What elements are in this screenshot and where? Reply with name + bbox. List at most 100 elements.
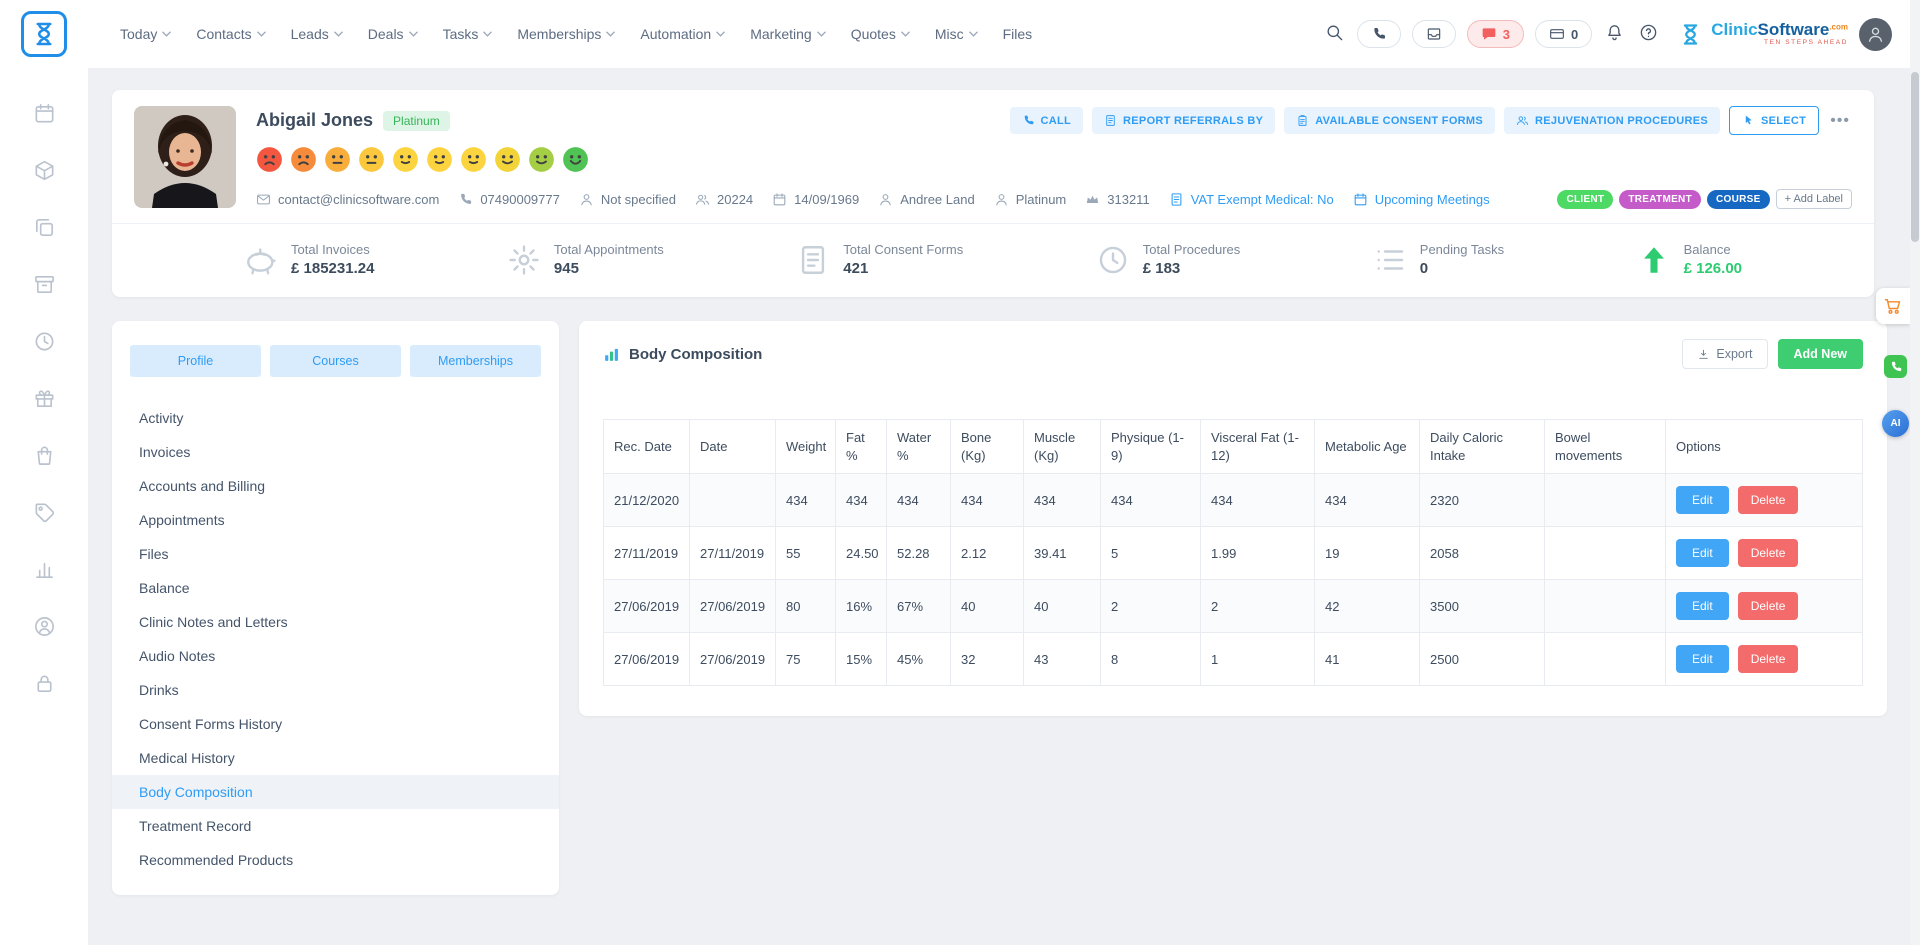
gift-icon[interactable] <box>33 387 56 413</box>
brand-tagline: TEN STEPS AHEAD <box>1711 40 1848 47</box>
tab-profile[interactable]: Profile <box>130 345 261 377</box>
chat-button[interactable]: 3 <box>1467 20 1524 48</box>
lock-icon[interactable] <box>33 672 56 698</box>
contact-item-vat-exempt-medical-no[interactable]: VAT Exempt Medical: No <box>1169 192 1334 207</box>
column-header-bowel-movements: Bowel movements <box>1545 420 1666 474</box>
cart-icon[interactable] <box>1876 288 1910 324</box>
scrollbar-thumb[interactable] <box>1911 72 1919 242</box>
call-button[interactable]: CALL <box>1010 107 1084 134</box>
label-badge-course[interactable]: COURSE <box>1707 190 1770 209</box>
edit-button[interactable]: Edit <box>1676 645 1729 673</box>
nav-item-contacts[interactable]: Contacts <box>196 26 265 42</box>
clinicsoftware-logo-icon[interactable] <box>21 11 67 57</box>
history-icon[interactable] <box>33 330 56 356</box>
card-button[interactable]: 0 <box>1535 20 1592 48</box>
search-icon[interactable] <box>1323 21 1346 47</box>
more-options-button[interactable]: ••• <box>1828 112 1852 130</box>
help-icon[interactable] <box>1637 21 1660 47</box>
menu-item-clinic-notes-and-letters[interactable]: Clinic Notes and Letters <box>112 605 559 639</box>
archive-icon[interactable] <box>33 273 56 299</box>
label-badge-treatment[interactable]: TREATMENT <box>1619 190 1701 209</box>
select-button[interactable]: SELECT <box>1729 106 1819 135</box>
nav-item-today[interactable]: Today <box>120 26 171 42</box>
app-logo-box <box>0 11 88 57</box>
bell-icon <box>1605 23 1624 42</box>
label-badge-client[interactable]: CLIENT <box>1557 190 1613 209</box>
add-new-button[interactable]: Add New <box>1778 339 1863 369</box>
report-referrals-by-button[interactable]: REPORT REFERRALS BY <box>1092 107 1275 134</box>
inbox-button[interactable] <box>1412 20 1456 48</box>
mood-face-7[interactable] <box>460 146 487 173</box>
menu-item-body-composition[interactable]: Body Composition <box>112 775 559 809</box>
tag-icon[interactable] <box>33 501 56 527</box>
edit-button[interactable]: Edit <box>1676 592 1729 620</box>
delete-button[interactable]: Delete <box>1738 486 1799 514</box>
phone-button[interactable] <box>1357 20 1401 48</box>
table-cell: 27/06/2019 <box>690 580 776 633</box>
menu-item-files[interactable]: Files <box>112 537 559 571</box>
bell-icon[interactable] <box>1603 21 1626 47</box>
available-consent-forms-button[interactable]: AVAILABLE CONSENT FORMS <box>1284 107 1495 134</box>
whatsapp-icon[interactable] <box>1884 355 1907 378</box>
calendar-icon[interactable] <box>33 102 56 128</box>
contact-text: contact@clinicsoftware.com <box>278 192 439 207</box>
mood-face-9[interactable] <box>528 146 555 173</box>
table-cell: 27/06/2019 <box>690 633 776 686</box>
menu-item-treatment-record[interactable]: Treatment Record <box>112 809 559 843</box>
contact-item-upcoming-meetings[interactable]: Upcoming Meetings <box>1353 192 1490 207</box>
table-cell: 40 <box>951 580 1024 633</box>
stat-value: £ 126.00 <box>1684 260 1742 277</box>
mood-face-8[interactable] <box>494 146 521 173</box>
nav-item-label: Today <box>120 26 157 42</box>
copy-icon[interactable] <box>33 216 56 242</box>
package-icon[interactable] <box>33 159 56 185</box>
mood-face-10[interactable] <box>562 146 589 173</box>
add-label-button[interactable]: + Add Label <box>1776 189 1852 209</box>
nav-item-leads[interactable]: Leads <box>291 26 343 42</box>
nav-item-misc[interactable]: Misc <box>935 26 978 42</box>
nav-item-deals[interactable]: Deals <box>368 26 418 42</box>
support-icon[interactable] <box>33 615 56 641</box>
menu-item-invoices[interactable]: Invoices <box>112 435 559 469</box>
table-cell: 32 <box>951 633 1024 686</box>
mood-face-5[interactable] <box>392 146 419 173</box>
tab-memberships[interactable]: Memberships <box>410 345 541 377</box>
nav-item-marketing[interactable]: Marketing <box>750 26 825 42</box>
mood-face-2[interactable] <box>290 146 317 173</box>
tab-courses[interactable]: Courses <box>270 345 401 377</box>
edit-button[interactable]: Edit <box>1676 486 1729 514</box>
nav-item-quotes[interactable]: Quotes <box>851 26 910 42</box>
menu-item-recommended-products[interactable]: Recommended Products <box>112 843 559 877</box>
bar-chart-icon[interactable] <box>33 558 56 584</box>
delete-button[interactable]: Delete <box>1738 645 1799 673</box>
rejuvenation-procedures-button[interactable]: REJUVENATION PROCEDURES <box>1504 107 1720 134</box>
menu-item-accounts-and-billing[interactable]: Accounts and Billing <box>112 469 559 503</box>
delete-button[interactable]: Delete <box>1738 539 1799 567</box>
mood-face-4[interactable] <box>358 146 385 173</box>
nav-item-memberships[interactable]: Memberships <box>517 26 615 42</box>
menu-item-activity[interactable]: Activity <box>112 401 559 435</box>
export-button[interactable]: Export <box>1682 339 1767 369</box>
edit-button[interactable]: Edit <box>1676 539 1729 567</box>
nav-item-automation[interactable]: Automation <box>640 26 725 42</box>
menu-item-audio-notes[interactable]: Audio Notes <box>112 639 559 673</box>
user-avatar[interactable] <box>1859 18 1892 51</box>
menu-item-appointments[interactable]: Appointments <box>112 503 559 537</box>
credit-card-icon <box>1549 26 1565 42</box>
menu-item-balance[interactable]: Balance <box>112 571 559 605</box>
shopping-bag-icon[interactable] <box>33 444 56 470</box>
nav-item-files[interactable]: Files <box>1003 26 1033 42</box>
mood-face-1[interactable] <box>256 146 283 173</box>
body-composition-panel: Body Composition Export Add New Rec. Dat… <box>579 321 1887 716</box>
nav-item-tasks[interactable]: Tasks <box>443 26 493 42</box>
menu-item-drinks[interactable]: Drinks <box>112 673 559 707</box>
mood-face-6[interactable] <box>426 146 453 173</box>
page-scrollbar[interactable] <box>1910 0 1920 945</box>
menu-item-consent-forms-history[interactable]: Consent Forms History <box>112 707 559 741</box>
ai-assistant-button[interactable]: AI <box>1882 410 1909 437</box>
menu-item-medical-history[interactable]: Medical History <box>112 741 559 775</box>
delete-button[interactable]: Delete <box>1738 592 1799 620</box>
mood-face-3[interactable] <box>324 146 351 173</box>
table-row: 27/11/201927/11/20195524.5052.282.1239.4… <box>604 527 1863 580</box>
stat-label: Pending Tasks <box>1420 242 1504 257</box>
